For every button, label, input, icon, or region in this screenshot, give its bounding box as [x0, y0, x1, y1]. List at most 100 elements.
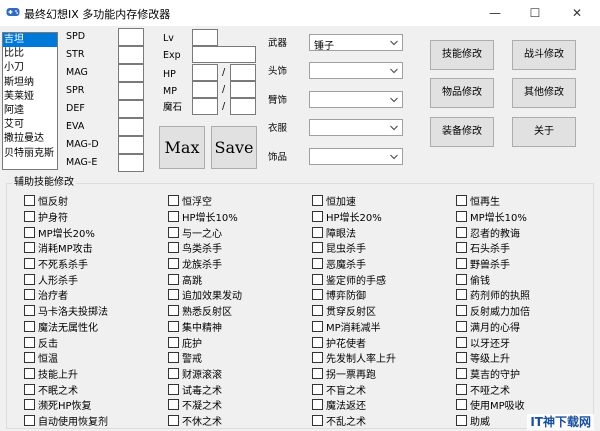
save-button[interactable]: Save	[211, 126, 257, 169]
checkbox-box[interactable]	[24, 352, 35, 364]
body-select[interactable]	[309, 119, 403, 136]
checkbox-box[interactable]	[168, 289, 179, 301]
checkbox-box[interactable]	[24, 195, 35, 207]
skill-checkbox[interactable]: HP增长20%	[312, 209, 396, 225]
skill-checkbox[interactable]: 集中精神	[168, 319, 242, 335]
checkbox-box[interactable]	[24, 399, 35, 411]
checkbox-box[interactable]	[168, 305, 179, 317]
stat-input-str[interactable]	[118, 46, 144, 64]
checkbox-box[interactable]	[24, 383, 35, 395]
skill-checkbox[interactable]: 助威	[456, 413, 530, 429]
checkbox-box[interactable]	[168, 383, 179, 395]
skill-checkbox[interactable]: 不哑之术	[456, 381, 530, 397]
skill-checkbox[interactable]: 技能上升	[24, 366, 108, 382]
skill-checkbox[interactable]: MP消耗减半	[312, 319, 396, 335]
skill-checkbox[interactable]: 障眼法	[312, 224, 396, 240]
skill-checkbox[interactable]: 博弈防御	[312, 287, 396, 303]
stat-input-spr[interactable]	[118, 82, 144, 100]
skill-checkbox[interactable]: 护身符	[24, 209, 108, 225]
skill-checkbox[interactable]: 试毒之术	[168, 381, 242, 397]
skill-checkbox[interactable]: 反击	[24, 334, 108, 350]
checkbox-box[interactable]	[456, 195, 467, 207]
skill-checkbox[interactable]: 贯穿反射区	[312, 303, 396, 319]
battle-edit-button[interactable]: 战斗修改	[512, 40, 576, 70]
checkbox-box[interactable]	[312, 414, 323, 426]
skill-checkbox[interactable]: 与一之心	[168, 224, 242, 240]
checkbox-box[interactable]	[456, 336, 467, 348]
skill-checkbox[interactable]: 恒反射	[24, 193, 108, 209]
checkbox-box[interactable]	[312, 289, 323, 301]
character-item[interactable]: 比比	[3, 47, 57, 61]
head-select[interactable]	[309, 62, 403, 79]
skill-checkbox[interactable]: MP增长10%	[456, 209, 530, 225]
skill-checkbox[interactable]: 不死系杀手	[24, 256, 108, 272]
checkbox-box[interactable]	[312, 352, 323, 364]
checkbox-box[interactable]	[312, 258, 323, 270]
skill-checkbox[interactable]: 恒浮空	[168, 193, 242, 209]
checkbox-box[interactable]	[456, 273, 467, 285]
exp-input[interactable]	[192, 46, 256, 63]
checkbox-box[interactable]	[168, 195, 179, 207]
character-item[interactable]: 芙莱娅	[3, 90, 57, 104]
skill-checkbox[interactable]: 先发制人率上升	[312, 350, 396, 366]
checkbox-box[interactable]	[24, 226, 35, 238]
skill-checkbox[interactable]: HP增长10%	[168, 209, 242, 225]
hp-current-input[interactable]	[192, 64, 218, 81]
other-edit-button[interactable]: 其他修改	[512, 78, 576, 108]
checkbox-box[interactable]	[312, 226, 323, 238]
skill-checkbox[interactable]: 龙族杀手	[168, 256, 242, 272]
checkbox-box[interactable]	[24, 289, 35, 301]
checkbox-box[interactable]	[312, 383, 323, 395]
hp-max-input[interactable]	[230, 64, 256, 81]
skill-checkbox[interactable]: 反射威力加倍	[456, 303, 530, 319]
maximize-button[interactable]: ☐	[520, 3, 550, 23]
skill-edit-button[interactable]: 技能修改	[430, 40, 494, 70]
checkbox-box[interactable]	[24, 320, 35, 332]
checkbox-box[interactable]	[24, 211, 35, 223]
skill-checkbox[interactable]: 忍者的教诲	[456, 224, 530, 240]
skill-checkbox[interactable]: 马卡洛夫投掷法	[24, 303, 108, 319]
checkbox-box[interactable]	[24, 258, 35, 270]
character-item[interactable]: 阿逵	[3, 104, 57, 118]
skill-checkbox[interactable]: 昆虫杀手	[312, 240, 396, 256]
checkbox-box[interactable]	[456, 305, 467, 317]
checkbox-box[interactable]	[168, 211, 179, 223]
checkbox-box[interactable]	[312, 195, 323, 207]
checkbox-box[interactable]	[456, 242, 467, 254]
checkbox-box[interactable]	[312, 305, 323, 317]
minimize-button[interactable]: —	[480, 3, 510, 23]
level-input[interactable]	[192, 29, 218, 46]
character-item[interactable]: 撒拉曼达	[3, 132, 57, 146]
checkbox-box[interactable]	[24, 242, 35, 254]
checkbox-box[interactable]	[456, 211, 467, 223]
checkbox-box[interactable]	[312, 242, 323, 254]
character-list[interactable]: 吉坦 比比 小刀 斯坦纳 芙莱娅 阿逵 艾可 撒拉曼达 贝特丽克斯	[2, 32, 58, 170]
skill-checkbox[interactable]: 魔法无属性化	[24, 319, 108, 335]
magic-stone-current-input[interactable]	[192, 98, 218, 115]
skill-checkbox[interactable]: 恒再生	[456, 193, 530, 209]
checkbox-box[interactable]	[456, 289, 467, 301]
skill-checkbox[interactable]: 野兽杀手	[456, 256, 530, 272]
checkbox-box[interactable]	[312, 367, 323, 379]
checkbox-box[interactable]	[168, 242, 179, 254]
skill-checkbox[interactable]: 庇护	[168, 334, 242, 350]
skill-checkbox[interactable]: 不乱之术	[312, 413, 396, 429]
skill-checkbox[interactable]: 鸟类杀手	[168, 240, 242, 256]
checkbox-box[interactable]	[456, 399, 467, 411]
checkbox-box[interactable]	[168, 320, 179, 332]
skill-checkbox[interactable]: 恒温	[24, 350, 108, 366]
magic-stone-max-input[interactable]	[230, 98, 256, 115]
checkbox-box[interactable]	[168, 399, 179, 411]
stat-input-mag[interactable]	[118, 64, 144, 82]
skill-checkbox[interactable]: 治疗者	[24, 287, 108, 303]
accessory-select[interactable]	[309, 148, 403, 165]
stat-input-def[interactable]	[118, 100, 144, 118]
skill-checkbox[interactable]: 莫吉的守护	[456, 366, 530, 382]
skill-checkbox[interactable]: 警戒	[168, 350, 242, 366]
skill-checkbox[interactable]: MP增长20%	[24, 224, 108, 240]
checkbox-box[interactable]	[312, 211, 323, 223]
skill-checkbox[interactable]: 不盲之术	[312, 381, 396, 397]
checkbox-box[interactable]	[312, 273, 323, 285]
stat-input-mag-d[interactable]	[118, 136, 144, 154]
skill-checkbox[interactable]: 魔法返还	[312, 397, 396, 413]
